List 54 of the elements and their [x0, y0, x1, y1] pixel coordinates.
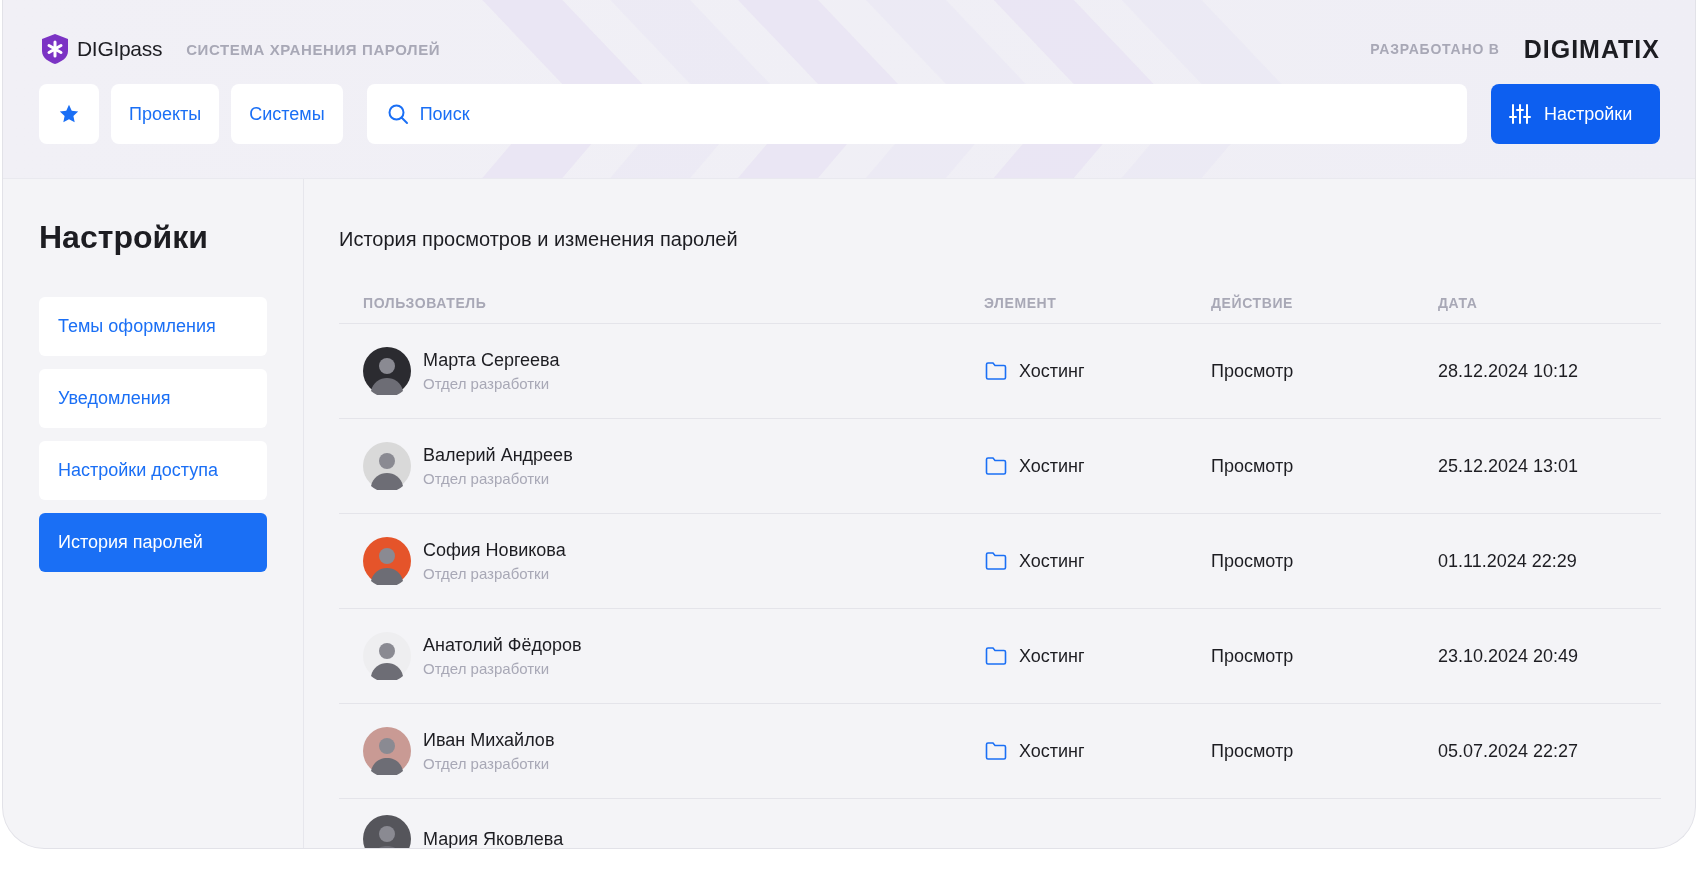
- search-field[interactable]: Поиск: [366, 84, 1467, 144]
- folder-icon: [984, 454, 1008, 478]
- column-header: ДЕЙСТВИЕ: [1211, 295, 1294, 311]
- action-text: Просмотр: [1211, 740, 1294, 761]
- brand-name: DIGIpass: [77, 37, 163, 61]
- action-text: Просмотр: [1211, 645, 1294, 666]
- star-icon: [58, 103, 80, 125]
- user-name: Валерий Андреев: [423, 445, 573, 466]
- page-title: История просмотров и изменения паролей: [339, 228, 739, 251]
- user-department: Отдел разработки: [423, 375, 551, 392]
- sidebar-title: Настройки: [39, 219, 209, 256]
- favorites-button[interactable]: [39, 84, 99, 144]
- sidebar-item[interactable]: История паролей: [39, 513, 267, 572]
- sliders-icon: [1508, 102, 1532, 126]
- folder-icon: [984, 359, 1008, 383]
- folder-icon: [984, 644, 1008, 668]
- user-department: Отдел разработки: [423, 755, 551, 772]
- action-text: Просмотр: [1211, 550, 1294, 571]
- nav-button[interactable]: Проекты: [111, 84, 220, 144]
- element-name: Хостинг: [1019, 360, 1085, 382]
- folder-icon: [984, 549, 1008, 573]
- user-name: Иван Михайлов: [423, 730, 555, 751]
- user-department: Отдел разработки: [423, 660, 551, 677]
- user-name: Мария Яковлева: [423, 828, 564, 848]
- user-name: София Новикова: [423, 540, 566, 561]
- element-name: Хостинг: [1019, 740, 1085, 762]
- date-text: 28.12.2024 10:12: [1438, 360, 1579, 381]
- tagline: СИСТЕМА ХРАНЕНИЯ ПАРОЛЕЙ: [186, 40, 441, 58]
- company-wordmark: DIGIMATIX: [1523, 34, 1660, 64]
- user-department: Отдел разработки: [423, 565, 551, 582]
- date-text: 25.12.2024 13:01: [1438, 455, 1579, 476]
- element-name: Хостинг: [1019, 550, 1085, 572]
- column-header: ПОЛЬЗОВАТЕЛЬ: [362, 295, 488, 311]
- shield-logo-icon: [39, 33, 71, 65]
- user-name: Анатолий Фёдоров: [423, 635, 582, 656]
- credit-label: РАЗРАБОТАНО В: [1370, 41, 1500, 57]
- user-name: Марта Сергеева: [423, 350, 560, 371]
- column-header: ДАТА: [1438, 295, 1479, 311]
- nav-button[interactable]: Системы: [231, 84, 343, 144]
- action-text: Просмотр: [1211, 455, 1294, 476]
- date-text: 05.07.2024 22:27: [1438, 740, 1579, 761]
- sidebar-item[interactable]: Уведомления: [39, 369, 267, 428]
- date-text: 23.10.2024 20:49: [1438, 645, 1579, 666]
- sidebar-item[interactable]: Темы оформления: [39, 297, 267, 356]
- element-name: Хостинг: [1019, 455, 1085, 477]
- search-icon: [385, 102, 410, 126]
- column-header: ЭЛЕМЕНТ: [984, 295, 1058, 311]
- element-name: Хостинг: [1019, 645, 1085, 667]
- folder-icon: [984, 739, 1008, 763]
- date-text: 01.11.2024 22:29: [1438, 550, 1577, 571]
- user-department: Отдел разработки: [423, 470, 551, 487]
- action-text: Просмотр: [1211, 360, 1294, 381]
- sidebar-item[interactable]: Настройки доступа: [39, 441, 267, 500]
- settings-button[interactable]: Настройки: [1491, 84, 1660, 144]
